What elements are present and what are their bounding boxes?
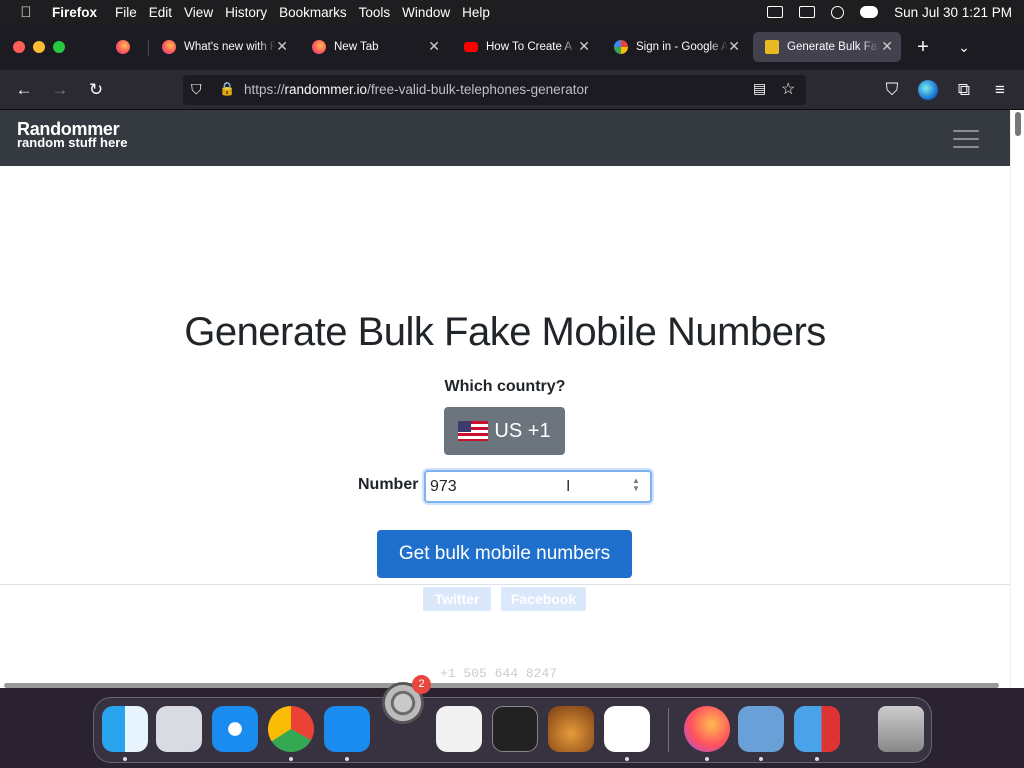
parallels-icon[interactable] [794, 706, 840, 752]
site-navbar: Randommer random stuff here [0, 110, 1010, 166]
menu-view[interactable]: View [184, 5, 225, 20]
apple-menu-icon[interactable]:  [0, 4, 52, 21]
browser-nav-bar: ← → ↻ ⛉ 🔒 https://randommer.io/free-vali… [0, 70, 1024, 110]
brand-title: Randommer [17, 119, 120, 139]
tab-label: New Tab [334, 41, 379, 53]
control-center-icon[interactable] [860, 6, 879, 18]
site-brand[interactable]: Randommer random stuff here [17, 119, 128, 150]
share-twitter-button[interactable]: Twitter [423, 587, 491, 611]
window-minimize-button[interactable] [33, 41, 45, 53]
tracking-protection-shield-icon[interactable]: ⛉ [191, 81, 202, 98]
tab-randommer-active[interactable]: Generate Bulk Fake ✕ [753, 32, 901, 62]
get-bulk-numbers-button[interactable]: Get bulk mobile numbers [377, 530, 632, 578]
menubar-clock[interactable]: Sun Jul 30 1:21 PM [894, 5, 1012, 20]
tab-label: Sign in - Google Accounts [636, 41, 728, 53]
youtube-icon [464, 42, 478, 52]
garageband-icon[interactable] [548, 706, 594, 752]
number-stepper-icon[interactable]: ▲ ▼ [630, 477, 642, 495]
close-tab-icon[interactable]: ✕ [428, 38, 440, 55]
menu-app-name[interactable]: Firefox [52, 5, 109, 20]
macos-dock [93, 697, 932, 763]
list-all-tabs-icon[interactable]: ⌄ [953, 36, 975, 58]
window-close-button[interactable] [13, 41, 25, 53]
forward-icon[interactable]: → [49, 79, 71, 101]
url-bar[interactable]: ⛉ 🔒 https://randommer.io/free-valid-bulk… [183, 75, 806, 105]
firefox-icon [116, 40, 130, 54]
finder-icon[interactable] [102, 706, 148, 752]
extensions-icon[interactable]: ⧉ [953, 79, 975, 101]
lock-icon[interactable]: 🔒 [219, 81, 235, 97]
menu-help[interactable]: Help [462, 5, 502, 20]
menu-tools[interactable]: Tools [359, 5, 403, 20]
share-facebook-button[interactable]: Facebook [501, 587, 586, 611]
new-tab-icon[interactable]: + [912, 36, 934, 58]
menu-history[interactable]: History [225, 5, 279, 20]
app-store-icon[interactable] [324, 706, 370, 752]
web-page: Randommer random stuff here Generate Bul… [0, 110, 1010, 688]
tab-pinned-firefox[interactable] [104, 32, 144, 62]
tab-label: How To Create A [486, 41, 573, 53]
close-tab-icon[interactable]: ✕ [728, 38, 740, 55]
spotlight-search-icon[interactable] [831, 5, 845, 19]
window-zoom-button[interactable] [53, 41, 65, 53]
vertical-scrollbar[interactable] [1010, 110, 1024, 688]
text-cursor-icon: I [566, 478, 571, 495]
tab-new-tab[interactable]: New Tab ✕ [300, 32, 448, 62]
back-icon[interactable]: ← [13, 79, 35, 101]
number-label: Number [358, 476, 419, 493]
tab-label: What's new with Firefox [184, 41, 276, 53]
bookmark-star-icon[interactable]: ☆ [781, 79, 795, 99]
trash-icon[interactable] [878, 706, 924, 752]
close-tab-icon[interactable]: ✕ [881, 38, 893, 55]
chrome-icon[interactable] [268, 706, 314, 752]
hamburger-menu-icon[interactable] [949, 126, 983, 150]
textedit-icon[interactable] [436, 706, 482, 752]
firefox-icon [162, 40, 176, 54]
google-icon [614, 40, 628, 54]
safari-icon[interactable] [212, 706, 258, 752]
menu-edit[interactable]: Edit [149, 5, 184, 20]
tab-google-signin[interactable]: Sign in - Google Accounts ✕ [602, 32, 748, 62]
macos-menubar:  Firefox File Edit View History Bookmar… [0, 0, 1024, 24]
horizontal-scrollbar[interactable] [0, 682, 1010, 688]
menu-window[interactable]: Window [402, 5, 462, 20]
sidebar-display-icon[interactable] [767, 6, 784, 18]
notification-badge: 2 [412, 675, 431, 694]
virtualbox-icon[interactable] [738, 706, 784, 752]
screen-mirroring-icon[interactable] [799, 6, 816, 18]
tab-youtube[interactable]: How To Create A ✕ [452, 32, 598, 62]
number-input[interactable] [424, 470, 652, 503]
account-avatar-icon[interactable] [918, 80, 938, 100]
terminal-icon[interactable] [492, 706, 538, 752]
menu-bookmarks[interactable]: Bookmarks [279, 5, 359, 20]
page-title: Generate Bulk Fake Mobile Numbers [184, 310, 826, 354]
vscode-icon[interactable] [604, 706, 650, 752]
firefox-icon [312, 40, 326, 54]
reload-icon[interactable]: ↻ [85, 79, 107, 101]
result-number-faint: +1 505 644 8247 [440, 666, 558, 681]
brand-tagline: random stuff here [17, 135, 128, 150]
country-select-button[interactable]: US +1 [444, 407, 565, 455]
country-value: US +1 [494, 419, 551, 442]
us-flag-icon [458, 421, 489, 441]
reader-view-icon[interactable]: ▤ [753, 80, 766, 97]
tab-label: Generate Bulk Fake [787, 41, 879, 53]
close-tab-icon[interactable]: ✕ [276, 38, 288, 55]
launchpad-icon[interactable] [156, 706, 202, 752]
url-text[interactable]: https://randommer.io/free-valid-bulk-tel… [244, 82, 588, 97]
pocket-icon[interactable]: ⛉ [881, 79, 903, 101]
menu-file[interactable]: File [115, 5, 149, 20]
country-label: Which country? [444, 378, 566, 395]
browser-tab-bar: What's new with Firefox ✕ New Tab ✕ How … [0, 24, 1024, 70]
app-menu-icon[interactable]: ≡ [989, 79, 1011, 101]
divider [0, 584, 1010, 585]
tab-whats-new[interactable]: What's new with Firefox ✕ [150, 32, 296, 62]
firefox-dock-icon[interactable] [684, 706, 730, 752]
randommer-icon [765, 40, 779, 54]
close-tab-icon[interactable]: ✕ [578, 38, 590, 55]
